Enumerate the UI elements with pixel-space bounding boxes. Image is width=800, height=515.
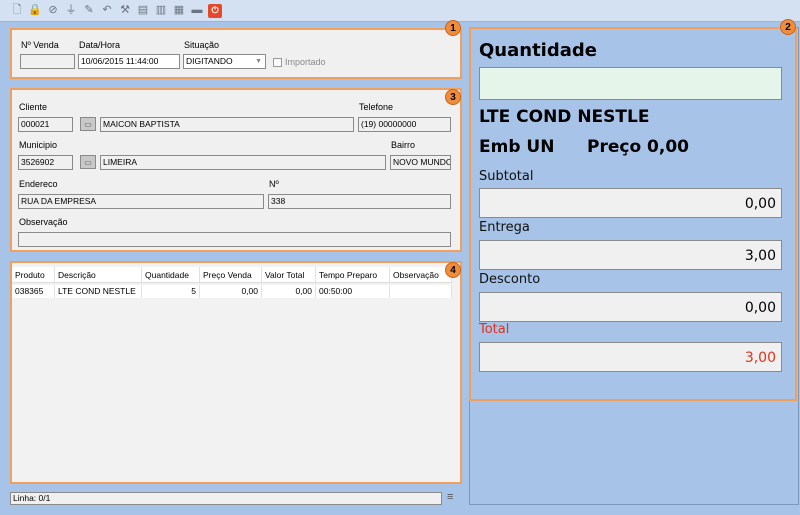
section-badge-2: 2 [780,19,796,35]
lock-icon[interactable]: 🔒 [28,4,42,18]
situacao-value: DIGITANDO [186,56,233,66]
municipio-name-field[interactable]: LIMEIRA [100,155,386,170]
col-tempo-preparo[interactable]: Tempo Preparo [316,267,390,282]
col-observacao[interactable]: Observação [390,267,452,282]
power-icon[interactable]: ⏻ [208,3,222,18]
col-quantidade[interactable]: Quantidade [142,267,200,282]
cliente-name-field[interactable]: MAICON BAPTISTA [100,117,354,132]
quantidade-input[interactable] [479,67,782,100]
datahora-field[interactable]: 10/06/2015 11:44:00 [78,54,180,69]
municipio-lookup-icon[interactable]: ▭ [80,155,96,169]
grid-header: Produto Descrição Quantidade Preço Venda… [12,267,452,283]
col-produto[interactable]: Produto [12,267,55,282]
situacao-label: Situação [184,40,220,50]
cliente-lookup-icon[interactable]: ▭ [80,117,96,131]
cell-quantidade: 5 [142,285,200,298]
document-icon[interactable]: ▦ [172,4,186,18]
importado-label: Importado [285,57,326,67]
report-icon[interactable]: ▥ [154,4,168,18]
situacao-select[interactable]: DIGITANDO ▼ [183,54,266,69]
undo-icon[interactable]: ↶ [100,4,114,18]
telefone-field[interactable]: (19) 00000000 [358,117,451,132]
numero-label: Nº [269,179,279,189]
cliente-code-field[interactable]: 000021 [18,117,73,132]
importado-checkbox[interactable] [273,58,282,67]
section-badge-4: 4 [445,262,461,278]
new-document-icon[interactable]: 🗋 [10,4,24,18]
telefone-label: Telefone [359,102,394,112]
summary-panel: Quantidade LTE COND NESTLE Emb UN Preço … [469,19,797,401]
municipio-code-field[interactable]: 3526902 [18,155,73,170]
header-panel: Nº Venda Data/Hora 10/06/2015 11:44:00 S… [10,20,462,79]
emb-label: Emb UN [479,137,555,157]
observacao-field[interactable] [18,232,451,247]
col-descricao[interactable]: Descrição [55,267,142,282]
col-valor-total[interactable]: Valor Total [262,267,316,282]
endereco-field[interactable]: RUA DA EMPRESA [18,194,264,209]
wand-icon[interactable]: ⚒ [118,4,132,18]
cell-tempo-preparo: 00:50:00 [316,285,390,298]
entrega-value[interactable]: 3,00 [479,240,782,270]
items-grid-panel: Produto Descrição Quantidade Preço Venda… [10,261,462,484]
cell-observacao [390,285,452,298]
bairro-label: Bairro [391,140,416,150]
cancel-icon[interactable]: ⊘ [46,4,60,18]
section-badge-3: 3 [445,89,461,105]
desconto-label: Desconto [479,272,541,287]
datahora-label: Data/Hora [79,40,121,50]
quantidade-title: Quantidade [479,40,597,61]
nvenda-label: Nº Venda [21,40,59,50]
entrega-label: Entrega [479,220,530,235]
toolbar: 🗋 🔒 ⊘ ⏚ ✎ ↶ ⚒ ▤ ▥ ▦ ▬ ⏻ [0,0,800,22]
cell-preco-venda: 0,00 [200,285,262,298]
subtotal-label: Subtotal [479,169,534,184]
observacao-label: Observação [19,217,68,227]
bairro-field[interactable]: NOVO MUNDO [390,155,451,170]
total-label: Total [479,322,510,337]
endereco-label: Endereco [19,179,58,189]
print-icon[interactable]: ▤ [136,4,150,18]
cliente-panel: Cliente 000021 ▭ MAICON BAPTISTA Telefon… [10,88,462,252]
menu-icon[interactable]: ≡ [447,491,459,503]
cliente-label: Cliente [19,102,48,112]
card-icon[interactable]: ▬ [190,4,204,18]
total-value: 3,00 [479,342,782,372]
filter-icon[interactable]: ⏚ [64,4,78,18]
desconto-value[interactable]: 0,00 [479,292,782,322]
cell-valor-total: 0,00 [262,285,316,298]
preco-label: Preço 0,00 [587,137,689,157]
cell-descricao: LTE COND NESTLE [55,285,142,298]
section-badge-1: 1 [445,20,461,36]
product-name: LTE COND NESTLE [479,107,650,127]
status-line: Linha: 0/1 [10,492,442,505]
numero-field[interactable]: 338 [268,194,451,209]
col-preco-venda[interactable]: Preço Venda [200,267,262,282]
nvenda-field[interactable] [20,54,75,69]
table-row[interactable]: 038365 LTE COND NESTLE 5 0,00 0,00 00:50… [12,285,452,298]
edit-icon[interactable]: ✎ [82,4,96,18]
subtotal-value: 0,00 [479,188,782,218]
cell-produto: 038365 [12,285,55,298]
municipio-label: Municipio [19,140,58,150]
chevron-down-icon: ▼ [255,58,262,65]
